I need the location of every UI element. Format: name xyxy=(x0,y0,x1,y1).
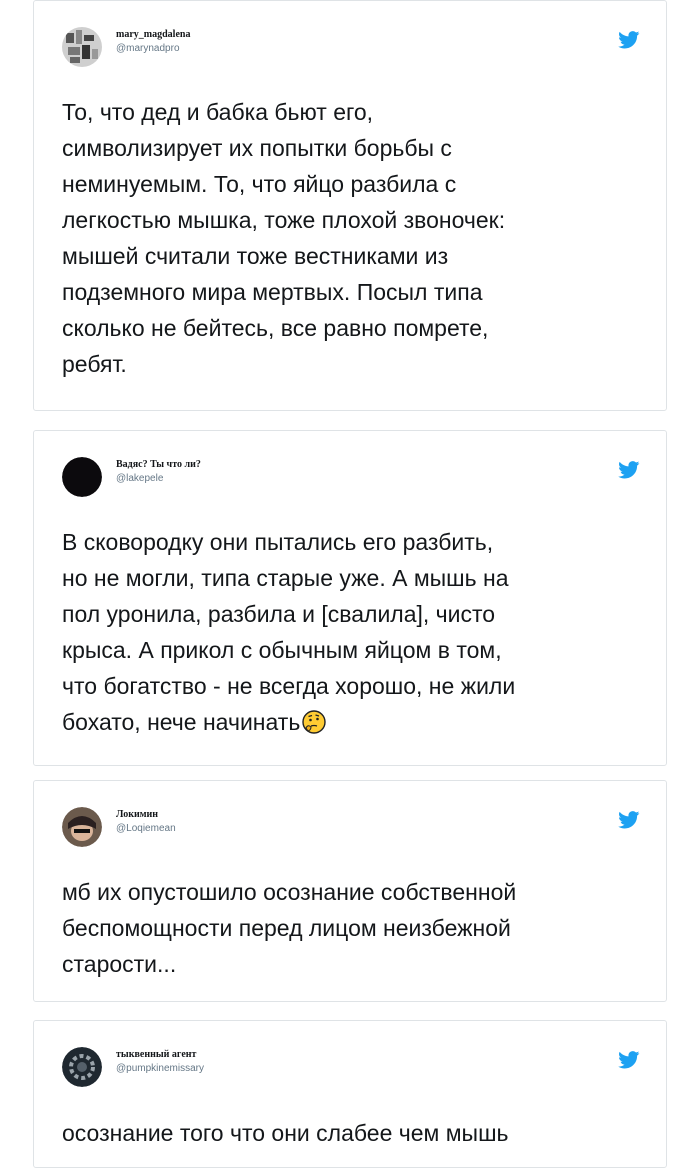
display-name[interactable]: mary_magdalena xyxy=(116,29,190,40)
user-handle[interactable]: @lakepele xyxy=(116,473,163,484)
user-avatar[interactable] xyxy=(62,1047,102,1087)
twitter-bird-icon[interactable] xyxy=(618,461,640,479)
user-handle[interactable]: @pumpkinemissary xyxy=(116,1063,204,1074)
thinking-face-emoji xyxy=(302,708,327,734)
tweet-text: В сковородку они пытались его разбить, н… xyxy=(62,524,644,740)
display-name[interactable]: тыквенный агент xyxy=(116,1049,196,1060)
tweet-card[interactable]: Локимин @Loqiemean мб их опустошило осоз… xyxy=(33,780,667,1002)
twitter-bird-icon[interactable] xyxy=(618,811,640,829)
tweet-card[interactable]: mary_magdalena @marynadpro То, что дед и… xyxy=(33,0,667,411)
display-name[interactable]: Локимин xyxy=(116,809,158,820)
tweet-card[interactable]: Вадяс? Ты что ли? @lakepele В сковородку… xyxy=(33,430,667,766)
user-avatar[interactable] xyxy=(62,807,102,847)
twitter-bird-icon[interactable] xyxy=(618,1051,640,1069)
user-avatar[interactable] xyxy=(62,457,102,497)
tweet-card[interactable]: тыквенный агент @pumpkinemissary осознан… xyxy=(33,1020,667,1168)
tweet-text: мб их опустошило осознание собственной б… xyxy=(62,879,517,977)
tweet-text: осознание того что они слабее чем мышь xyxy=(62,1120,509,1146)
user-handle[interactable]: @marynadpro xyxy=(116,43,180,54)
display-name[interactable]: Вадяс? Ты что ли? xyxy=(116,459,201,470)
twitter-bird-icon[interactable] xyxy=(618,31,640,49)
user-avatar[interactable] xyxy=(62,27,102,67)
tweet-text: То, что дед и бабка бьют его, символизир… xyxy=(62,99,506,377)
user-handle[interactable]: @Loqiemean xyxy=(116,823,176,834)
tweet-text-content: В сковородку они пытались его разбить, н… xyxy=(62,529,516,735)
